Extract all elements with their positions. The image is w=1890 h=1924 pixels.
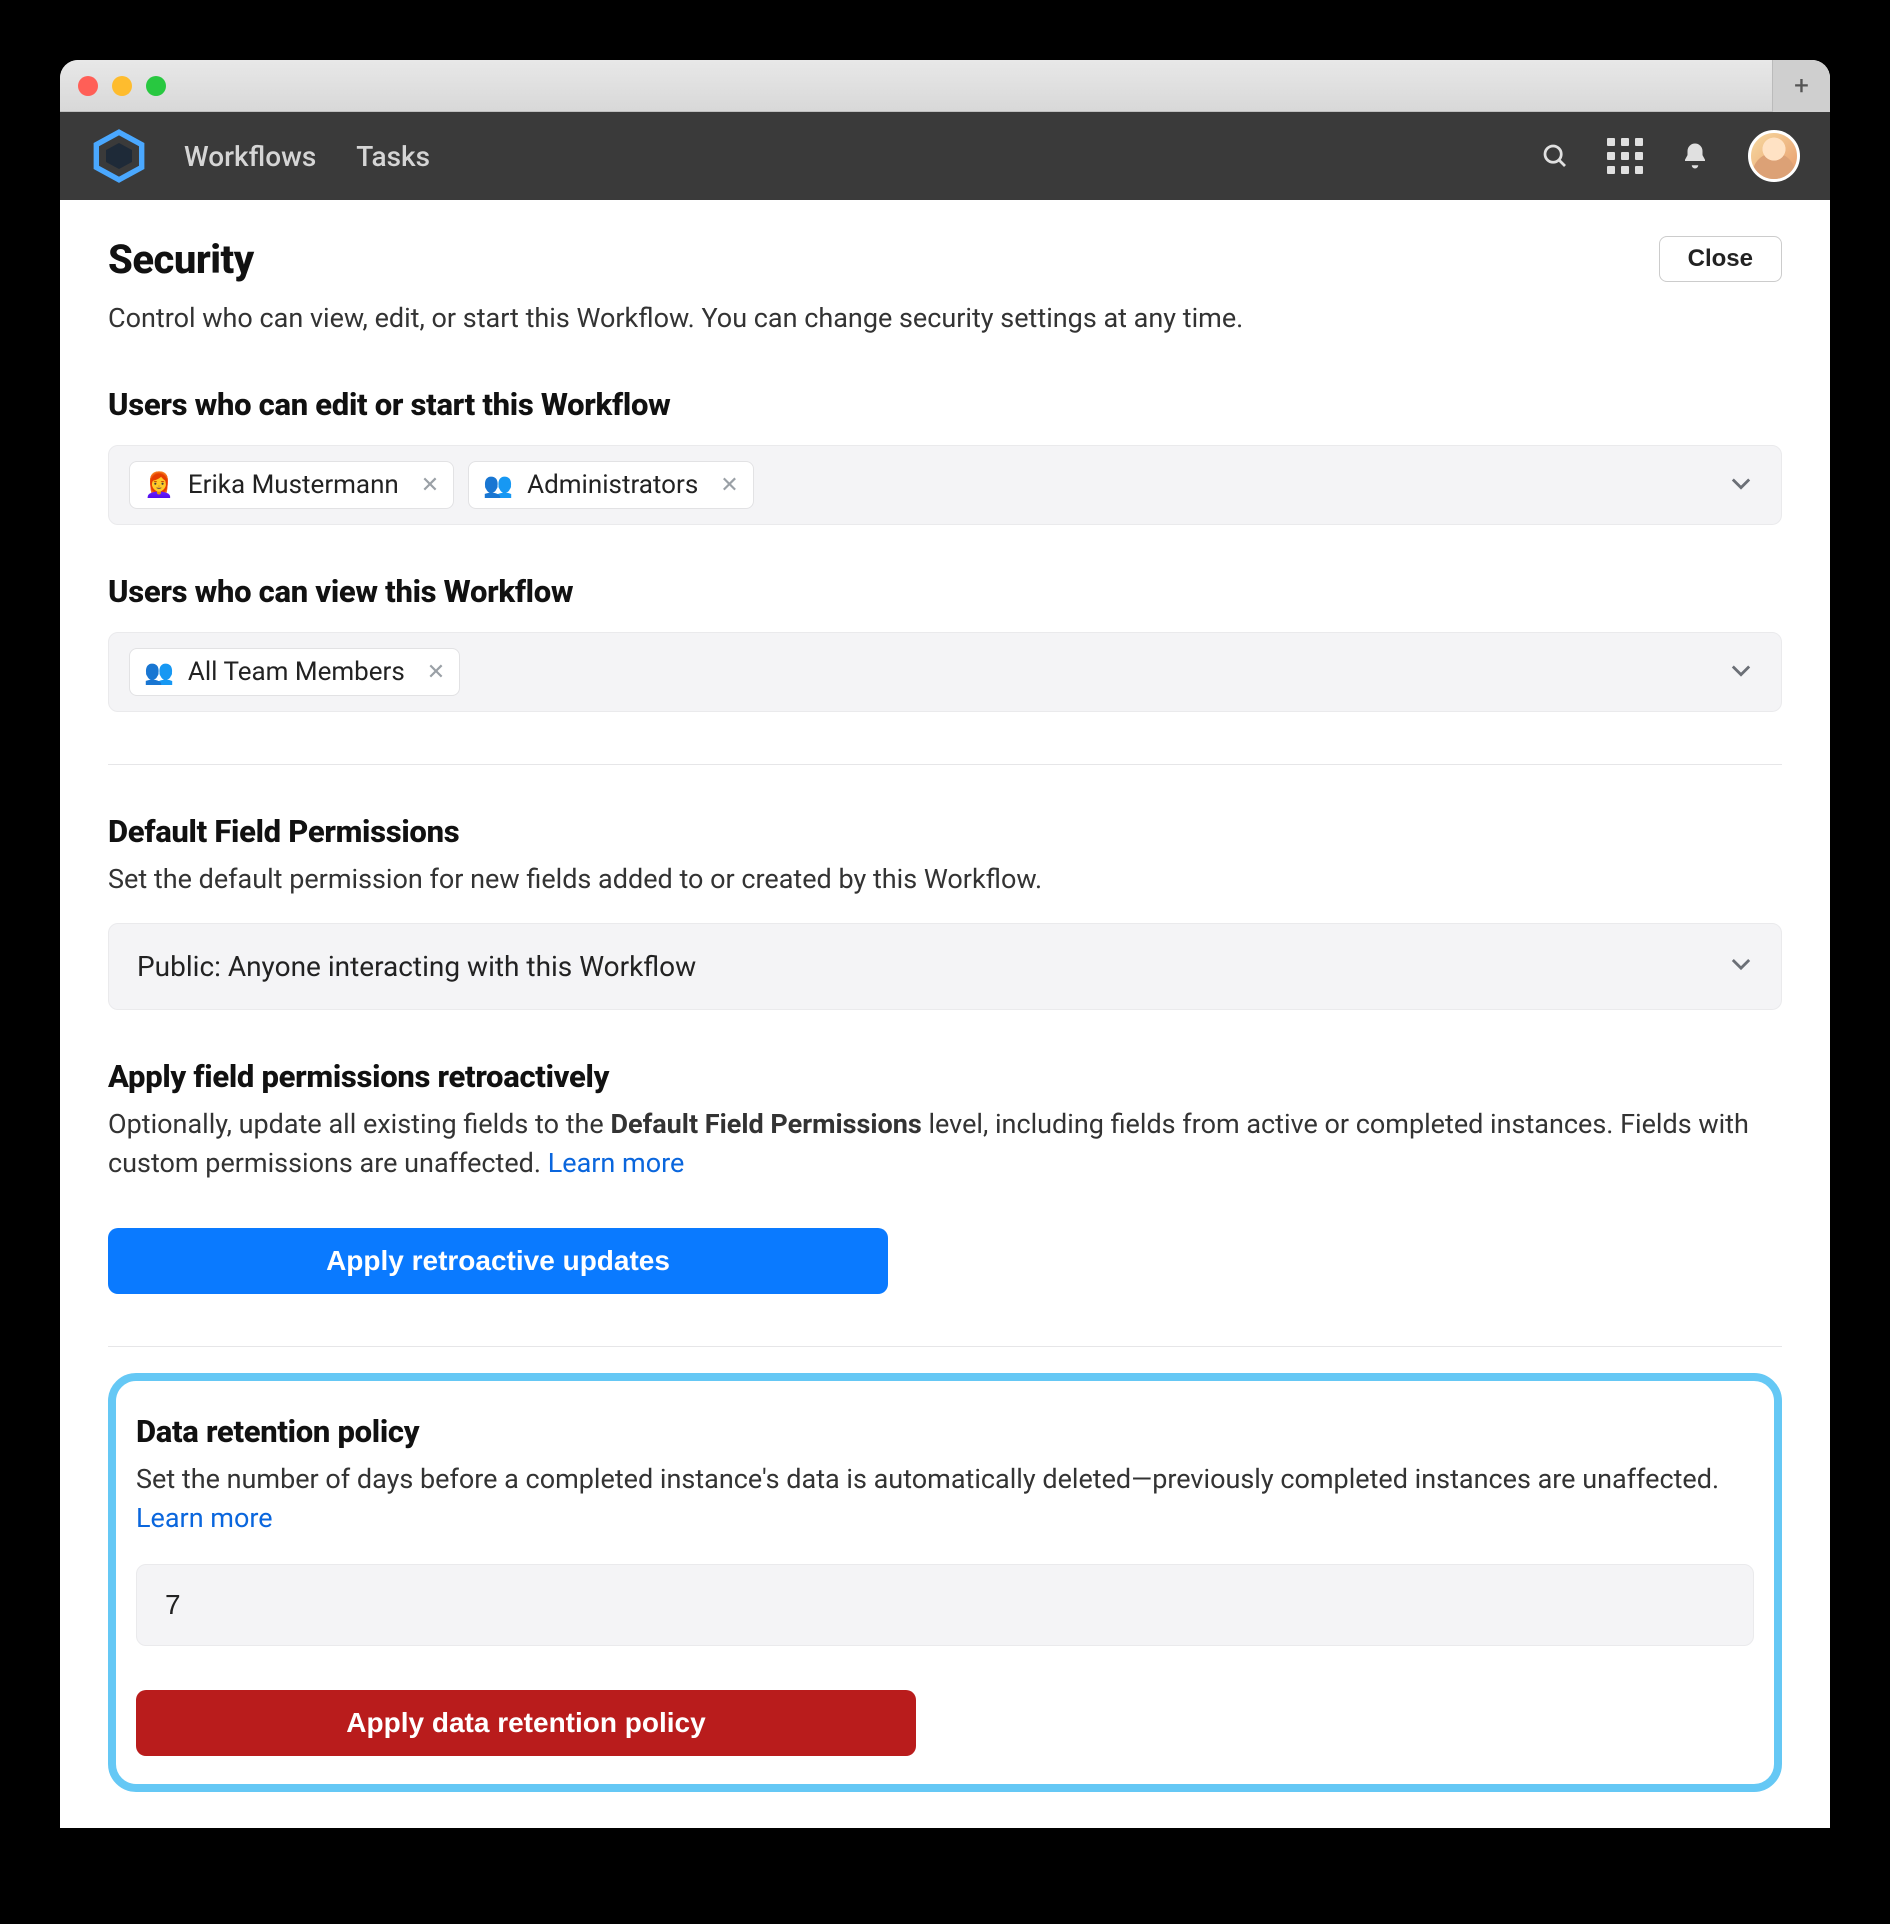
chip-label: Erika Mustermann — [188, 470, 399, 500]
default-perms-value: Public: Anyone interacting with this Wor… — [137, 950, 696, 983]
page-title: Security — [108, 236, 254, 283]
retention-learn-more-link[interactable]: Learn more — [136, 1502, 273, 1534]
window-zoom-icon[interactable] — [146, 76, 166, 96]
chevron-down-icon[interactable] — [1727, 656, 1755, 688]
retention-desc: Set the number of days before a complete… — [136, 1460, 1754, 1538]
page-content: Security Close Control who can view, edi… — [60, 200, 1830, 1828]
retention-desc-text: Set the number of days before a complete… — [136, 1463, 1719, 1495]
apply-retroactive-button[interactable]: Apply retroactive updates — [108, 1228, 888, 1294]
window-close-icon[interactable] — [78, 76, 98, 96]
page-subtitle: Control who can view, edit, or start thi… — [108, 299, 1782, 338]
chip-remove-icon[interactable]: ✕ — [427, 660, 445, 685]
main-nav: Workflows Tasks — [184, 140, 430, 173]
mac-titlebar: + — [60, 60, 1830, 112]
retention-heading: Data retention policy — [136, 1413, 1754, 1450]
group-icon: 👥 — [144, 658, 174, 686]
chevron-down-icon[interactable] — [1727, 949, 1755, 984]
header-actions — [1538, 130, 1800, 182]
viewers-picker[interactable]: 👥 All Team Members ✕ — [108, 632, 1782, 712]
editors-heading: Users who can edit or start this Workflo… — [108, 386, 1782, 423]
retention-days-input[interactable] — [136, 1564, 1754, 1646]
chip-remove-icon[interactable]: ✕ — [421, 473, 439, 498]
viewers-chips: 👥 All Team Members ✕ — [129, 648, 460, 696]
chip-label: All Team Members — [188, 657, 405, 687]
traffic-lights — [78, 76, 166, 96]
data-retention-highlight: Data retention policy Set the number of … — [108, 1373, 1782, 1792]
retroactive-heading: Apply field permissions retroactively — [108, 1058, 1782, 1095]
chip-editor[interactable]: 👩‍🦰 Erika Mustermann ✕ — [129, 461, 454, 509]
apply-retention-button[interactable]: Apply data retention policy — [136, 1690, 916, 1756]
editors-picker[interactable]: 👩‍🦰 Erika Mustermann ✕ 👥 Administrators … — [108, 445, 1782, 525]
retroactive-desc-pre: Optionally, update all existing fields t… — [108, 1108, 610, 1140]
viewers-heading: Users who can view this Workflow — [108, 573, 1782, 610]
nav-tasks[interactable]: Tasks — [356, 140, 430, 173]
divider — [108, 764, 1782, 765]
app-header: Workflows Tasks — [60, 112, 1830, 200]
editors-chips: 👩‍🦰 Erika Mustermann ✕ 👥 Administrators … — [129, 461, 754, 509]
chip-remove-icon[interactable]: ✕ — [720, 473, 738, 498]
divider — [108, 1346, 1782, 1347]
app-logo-icon[interactable] — [90, 127, 148, 185]
apps-icon[interactable] — [1608, 139, 1642, 173]
chip-editor[interactable]: 👥 Administrators ✕ — [468, 461, 753, 509]
group-icon: 👥 — [483, 471, 513, 499]
search-icon[interactable] — [1538, 139, 1572, 173]
chip-label: Administrators — [527, 470, 698, 500]
default-perms-heading: Default Field Permissions — [108, 813, 1782, 850]
default-perms-desc: Set the default permission for new field… — [108, 860, 1782, 899]
default-perms-select[interactable]: Public: Anyone interacting with this Wor… — [108, 923, 1782, 1010]
close-button[interactable]: Close — [1659, 236, 1782, 282]
chevron-down-icon[interactable] — [1727, 469, 1755, 501]
window-minimize-icon[interactable] — [112, 76, 132, 96]
person-icon: 👩‍🦰 — [144, 471, 174, 499]
app-window: + Workflows Tasks Security Close — [60, 60, 1830, 1828]
chip-viewer[interactable]: 👥 All Team Members ✕ — [129, 648, 460, 696]
avatar[interactable] — [1748, 130, 1800, 182]
retroactive-desc-bold: Default Field Permissions — [610, 1108, 921, 1140]
retroactive-desc: Optionally, update all existing fields t… — [108, 1105, 1782, 1183]
retroactive-learn-more-link[interactable]: Learn more — [548, 1147, 685, 1179]
nav-workflows[interactable]: Workflows — [184, 140, 316, 173]
new-tab-button[interactable]: + — [1772, 60, 1830, 112]
notifications-icon[interactable] — [1678, 139, 1712, 173]
